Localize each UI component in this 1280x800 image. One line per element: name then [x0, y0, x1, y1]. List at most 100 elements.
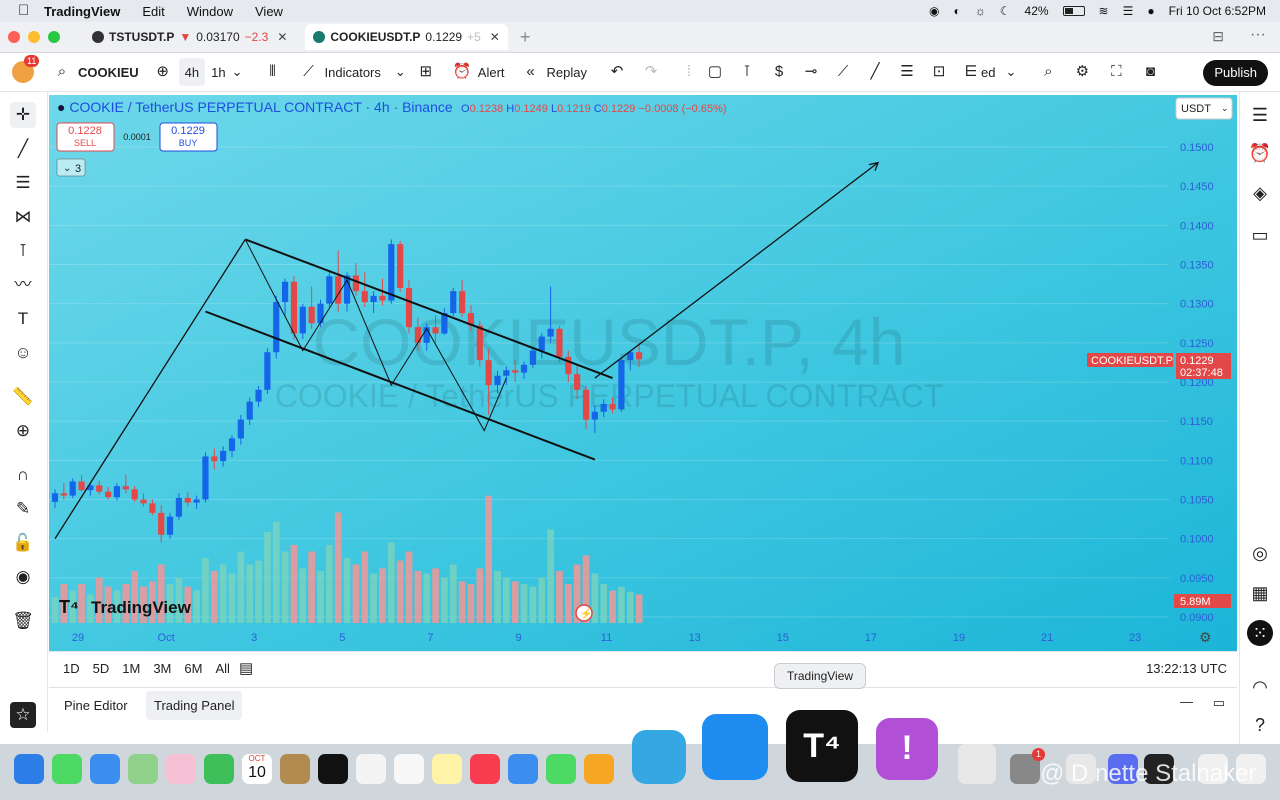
iphone-mirroring-icon[interactable] [958, 744, 996, 784]
app-store-icon[interactable] [702, 714, 768, 780]
pattern-icon[interactable]: ⋈ [10, 204, 36, 230]
measure-tool-icon[interactable]: ⊺ [737, 62, 757, 82]
keynote-icon[interactable] [508, 754, 538, 784]
facetime-icon[interactable] [204, 754, 234, 784]
freeform-icon[interactable] [394, 754, 424, 784]
tradingview-logo[interactable]: T⁴ TradingView [59, 597, 192, 617]
range-3m[interactable]: 3M [153, 661, 171, 676]
settings-icon[interactable]: ⚙ [1072, 62, 1092, 82]
rectangle-tool-icon[interactable]: ▢ [705, 62, 725, 82]
menu-window[interactable]: Window [187, 4, 233, 19]
close-tab-icon[interactable]: ✕ [490, 30, 500, 44]
pages-icon[interactable] [584, 754, 614, 784]
range-1d[interactable]: 1D [63, 661, 80, 676]
battery-icon[interactable] [1062, 6, 1085, 16]
numbers-icon[interactable] [546, 754, 576, 784]
star-icon[interactable]: ☆ [10, 702, 36, 728]
binance-icon[interactable]: 1 [1010, 748, 1046, 784]
target-icon[interactable]: ◎ [1247, 540, 1273, 566]
camera-icon[interactable]: ◙ [1140, 62, 1160, 82]
zoom-window-button[interactable] [48, 31, 60, 43]
maps-icon[interactable] [128, 754, 158, 784]
apple-tv-icon[interactable] [318, 754, 348, 784]
minimize-window-button[interactable] [28, 31, 40, 43]
channel-tool-icon[interactable]: ⋿ [961, 62, 981, 82]
maximize-panel-icon[interactable]: ▭ [1213, 695, 1225, 711]
tradingview-dock-icon[interactable]: T⁴ [786, 710, 858, 782]
close-window-button[interactable] [8, 31, 20, 43]
reminders-icon[interactable] [356, 754, 386, 784]
help-icon[interactable]: ? [1247, 712, 1273, 738]
compare-icon[interactable]: ⊕ [153, 62, 173, 82]
templates-icon[interactable]: ⊞ [416, 62, 436, 82]
trash-icon[interactable]: 🗑 [10, 608, 36, 634]
zoom-tool-icon[interactable]: ⌕ [1038, 62, 1058, 82]
layout-icon[interactable]: ⊟ [1212, 28, 1224, 45]
frame-tool-icon[interactable]: ⊡ [929, 62, 949, 82]
tab-cookieusdt[interactable]: COOKIEUSDT.P 0.1229 +5 ✕ [305, 24, 508, 50]
alert-button[interactable]: ⏰ Alert [446, 58, 511, 86]
fullscreen-icon[interactable]: ⛶ [1106, 62, 1126, 82]
drag-handle-icon[interactable]: ⁞ [679, 62, 699, 82]
apple-menu-icon[interactable]:  [18, 3, 32, 19]
text-icon[interactable]: T [10, 306, 36, 332]
price-tool-icon[interactable]: $ [769, 62, 789, 82]
tab-pine-editor[interactable]: Pine Editor [64, 698, 128, 713]
moon-icon[interactable]: ☾ [1000, 4, 1011, 18]
tab-tstusdt[interactable]: TSTUSDT.P ▼ 0.03170 −2.3 ✕ [84, 24, 295, 50]
price-chart[interactable]: COOKIEUSDT.P, 4h COOKIE / TetherUS PERPE… [49, 95, 1237, 651]
range-1m[interactable]: 1M [122, 661, 140, 676]
candles-icon[interactable]: ⫴ [263, 62, 283, 82]
axis-settings-icon[interactable]: ⚙ [1199, 629, 1212, 645]
brush-icon[interactable]: 〰 [10, 272, 36, 298]
currency-select[interactable]: USDT ⌄ [1175, 97, 1233, 120]
menu-view[interactable]: View [255, 4, 283, 19]
notes-brown-icon[interactable] [280, 754, 310, 784]
close-tab-icon[interactable]: ✕ [277, 30, 287, 44]
lock-icon[interactable]: 🔓 [10, 530, 36, 556]
zoom-in-icon[interactable]: ⊕ [10, 418, 36, 444]
emoji-icon[interactable]: ☺ [10, 340, 36, 366]
utc-clock[interactable]: 13:22:13 UTC [1146, 661, 1227, 676]
symbol-search[interactable]: ⌕ COOKIEU [46, 58, 145, 86]
chat-icon[interactable]: ▭ [1247, 222, 1273, 248]
path-tool-icon[interactable]: ⟋ [833, 62, 853, 82]
date-range-icon[interactable]: ▤ [239, 659, 253, 677]
fib-tool-icon[interactable]: ☰ [897, 62, 917, 82]
trend-line-tool-icon[interactable]: ╱ [865, 62, 885, 82]
notes-icon[interactable] [432, 754, 462, 784]
interval-1h[interactable]: 1h ⌄ [205, 58, 248, 86]
alarm-clock-icon[interactable]: ⏰ [1247, 140, 1273, 166]
undo-icon[interactable]: ↶ [607, 62, 627, 82]
more-icon[interactable]: ··· [1250, 26, 1266, 44]
sync-icon[interactable]: ◐ [954, 4, 961, 18]
calendar-icon[interactable]: ▦ [1247, 580, 1273, 606]
range-all[interactable]: All [215, 661, 229, 676]
control-center-icon[interactable]: ☰ [1123, 4, 1134, 18]
app-menu[interactable]: TradingView [44, 4, 120, 19]
fib-retracement-icon[interactable]: ☰ [10, 170, 36, 196]
safari-icon[interactable] [14, 754, 44, 784]
music-icon[interactable] [470, 754, 500, 784]
apps-grid-icon[interactable]: ⁙ [1247, 620, 1273, 646]
redo-icon[interactable]: ↷ [641, 62, 661, 82]
mail-icon[interactable] [90, 754, 120, 784]
lock-drawing-icon[interactable]: ✎ [10, 496, 36, 522]
crosshair-icon[interactable]: ✛ [10, 102, 36, 128]
forecast-icon[interactable]: ⊺ [10, 238, 36, 264]
watchlist-icon[interactable]: ☰ [1247, 102, 1273, 128]
brightness-icon[interactable]: ☼ [975, 4, 986, 18]
indicators-button[interactable]: ⟋ Indicators ⌄ [293, 58, 412, 86]
replay-button[interactable]: « Replay [515, 58, 593, 86]
minimize-panel-icon[interactable]: — [1180, 694, 1193, 709]
menu-edit[interactable]: Edit [142, 4, 164, 19]
trend-line-icon[interactable]: ╱ [10, 136, 36, 162]
hline-tool-icon[interactable]: ⊸ [801, 62, 821, 82]
range-6m[interactable]: 6M [184, 661, 202, 676]
telegram-icon[interactable] [632, 730, 686, 784]
wifi-icon[interactable]: ≋ [1099, 4, 1109, 18]
feedback-icon[interactable]: ! [876, 718, 938, 780]
magnet-icon[interactable]: ∩ [10, 462, 36, 488]
siri-icon[interactable]: ● [1147, 4, 1154, 18]
interval-4h[interactable]: 4h [178, 58, 206, 86]
